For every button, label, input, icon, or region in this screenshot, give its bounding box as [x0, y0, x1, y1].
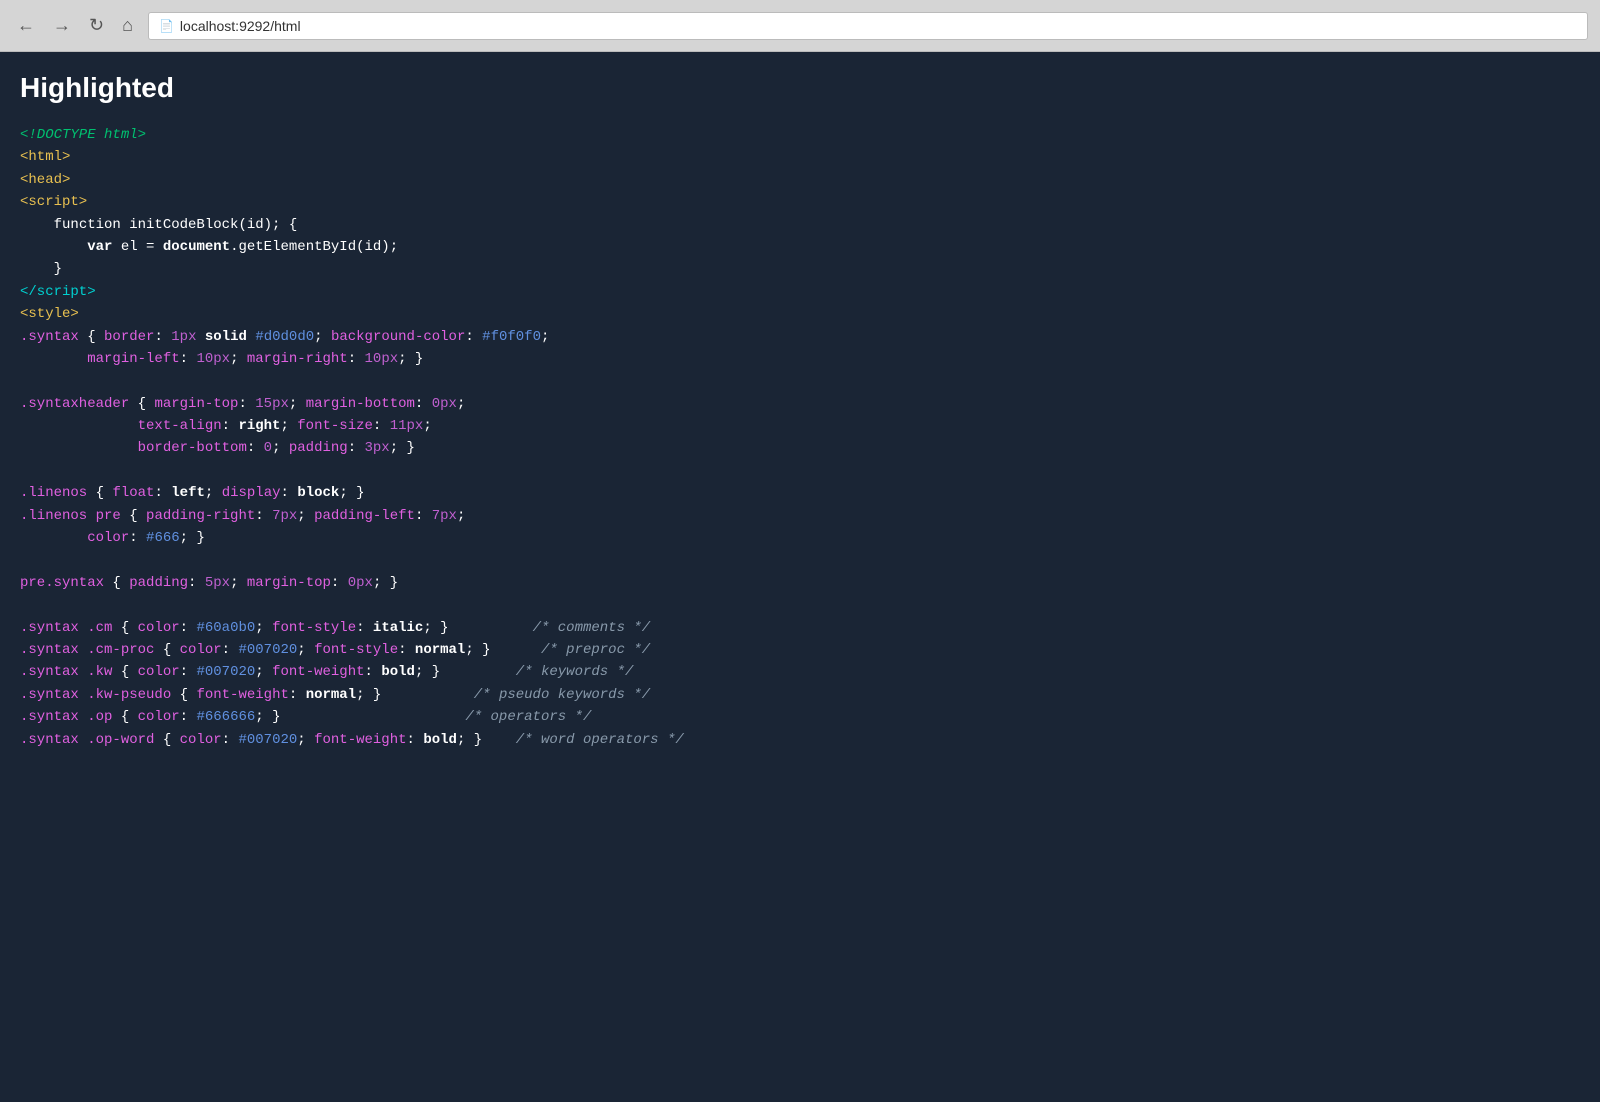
address-bar[interactable]: 📄 localhost:9292/html — [148, 12, 1588, 40]
refresh-button[interactable]: ↻ — [84, 13, 109, 38]
back-button[interactable]: ← — [12, 13, 40, 38]
page-title: Highlighted — [20, 72, 1580, 104]
page-content: Highlighted <!DOCTYPE html> <html> <head… — [0, 52, 1600, 1102]
forward-button[interactable]: → — [48, 13, 76, 38]
browser-chrome: ← → ↻ ⌂ 📄 localhost:9292/html — [0, 0, 1600, 52]
code-block: <!DOCTYPE html> <html> <head> <script> f… — [20, 124, 1580, 751]
nav-buttons: ← → ↻ ⌂ — [12, 13, 138, 38]
page-icon: 📄 — [159, 19, 174, 33]
url-text: localhost:9292/html — [180, 18, 301, 34]
home-button[interactable]: ⌂ — [117, 13, 138, 38]
